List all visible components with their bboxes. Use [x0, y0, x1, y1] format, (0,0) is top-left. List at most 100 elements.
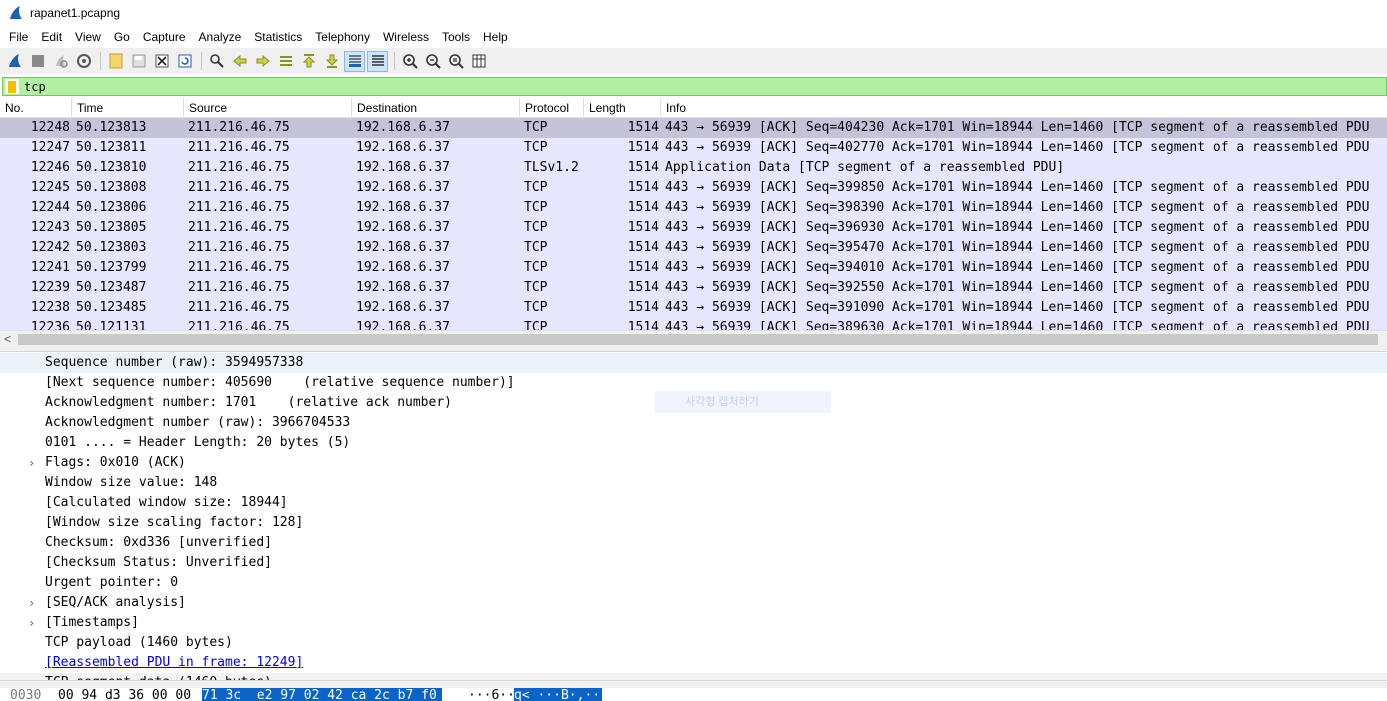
normal-size-icon[interactable] [445, 51, 466, 72]
packet-row[interactable]: 12241 50.123799 211.216.46.75 192.168.6.37 T… [0, 258, 1387, 278]
menu-capture[interactable]: Capture [138, 26, 191, 48]
detail-text: Urgent pointer: 0 [45, 575, 179, 590]
detail-line[interactable]: [Checksum Status: Unverified] [0, 553, 1387, 573]
packet-cell-no: 12239 [30, 280, 70, 295]
open-file-icon[interactable] [105, 51, 126, 72]
zoom-in-icon[interactable] [399, 51, 420, 72]
go-forward-icon[interactable] [252, 51, 273, 72]
detail-line[interactable]: Acknowledgment number (raw): 3966704533 [0, 413, 1387, 433]
pane-splitter[interactable] [0, 347, 1387, 352]
column-header-destination[interactable]: Destination [352, 98, 520, 118]
resize-columns-icon[interactable] [468, 51, 489, 72]
wireshark-fin-icon [10, 6, 22, 19]
detail-text: Sequence number (raw): 3594957338 [45, 355, 304, 370]
detail-line[interactable]: › [SEQ/ACK analysis] [0, 593, 1387, 613]
colorize-icon[interactable] [367, 50, 388, 72]
bytes-hex-selected[interactable]: 71 3c e2 97 02 42 ca 2c b7 f0 [202, 688, 442, 701]
packet-row[interactable]: 12243 50.123805 211.216.46.75 192.168.6.37 T… [0, 218, 1387, 238]
reload-file-icon[interactable] [174, 51, 195, 72]
packet-row[interactable]: 12242 50.123803 211.216.46.75 192.168.6.37 T… [0, 238, 1387, 258]
column-header-time[interactable]: Time [72, 98, 184, 118]
menu-telephony[interactable]: Telephony [310, 26, 375, 48]
packet-cell-info: 443 → 56939 [ACK] Seq=398390 Ack=1701 Wi… [665, 200, 1370, 215]
column-header-no[interactable]: No. [0, 98, 72, 118]
close-file-icon[interactable] [151, 51, 172, 72]
menu-analyze[interactable]: Analyze [194, 26, 247, 48]
stop-capture-icon[interactable] [27, 51, 48, 72]
detail-text: [Timestamps] [45, 615, 139, 630]
packet-row[interactable]: 12239 50.123487 211.216.46.75 192.168.6.37 T… [0, 278, 1387, 298]
packet-cell-time: 50.123810 [76, 160, 147, 175]
first-packet-icon[interactable] [298, 51, 319, 72]
packet-row[interactable]: 12244 50.123806 211.216.46.75 192.168.6.37 T… [0, 198, 1387, 218]
packet-cell-proto: TCP [524, 120, 548, 135]
save-file-icon[interactable] [128, 51, 149, 72]
bytes-ascii-selected[interactable]: q< ···B·,·· [514, 688, 602, 701]
packet-cell-info: 443 → 56939 [ACK] Seq=396930 Ack=1701 Wi… [665, 220, 1370, 235]
detail-link[interactable]: [Reassembled PDU in frame: 12249] [45, 653, 303, 673]
scrollbar-thumb[interactable] [18, 334, 1378, 345]
detail-line[interactable]: 0101 .... = Header Length: 20 bytes (5) [0, 433, 1387, 453]
detail-line[interactable]: TCP payload (1460 bytes) [0, 633, 1387, 653]
detail-line[interactable]: [Next sequence number: 405690 (relative … [0, 373, 1387, 393]
zoom-out-icon[interactable] [422, 51, 443, 72]
expand-chevron-icon[interactable]: › [28, 453, 35, 473]
menu-statistics[interactable]: Statistics [249, 26, 307, 48]
packet-cell-len: 1514 [627, 300, 659, 315]
packet-cell-no: 12244 [30, 200, 70, 215]
scroll-left-icon[interactable]: < [4, 331, 11, 348]
packet-row[interactable]: 12247 50.123811 211.216.46.75 192.168.6.37 T… [0, 138, 1387, 158]
column-header-info[interactable]: Info [661, 98, 1387, 118]
bytes-ascii[interactable]: ···6·· [468, 688, 515, 701]
detail-line[interactable]: › [Timestamps] [0, 613, 1387, 633]
packet-cell-proto: TCP [524, 320, 548, 330]
menu-file[interactable]: File [4, 26, 33, 48]
display-filter-input[interactable]: tcp [24, 80, 46, 94]
go-to-packet-icon[interactable] [275, 51, 296, 72]
packet-cell-time: 50.123485 [76, 300, 147, 315]
detail-line[interactable]: [Calculated window size: 18944] [0, 493, 1387, 513]
packet-cell-dst: 192.168.6.37 [356, 160, 450, 175]
packet-cell-src: 211.216.46.75 [188, 320, 290, 330]
detail-line[interactable]: [Window size scaling factor: 128] [0, 513, 1387, 533]
menu-help[interactable]: Help [478, 26, 513, 48]
expand-chevron-icon[interactable]: › [28, 593, 35, 613]
menu-go[interactable]: Go [109, 26, 135, 48]
menu-edit[interactable]: Edit [36, 26, 67, 48]
menu-view[interactable]: View [70, 26, 106, 48]
detail-line[interactable]: TCP segment data (1460 bytes) [0, 673, 1387, 680]
packet-row[interactable]: 12238 50.123485 211.216.46.75 192.168.6.37 T… [0, 298, 1387, 318]
packet-row[interactable]: 12248 50.123813 211.216.46.75 192.168.6.37 T… [0, 118, 1387, 138]
detail-line[interactable]: › Flags: 0x010 (ACK) [0, 453, 1387, 473]
capture-options-icon[interactable] [73, 51, 94, 72]
packet-cell-info: 443 → 56939 [ACK] Seq=399850 Ack=1701 Wi… [665, 180, 1370, 195]
detail-line[interactable]: Window size value: 148 [0, 473, 1387, 493]
autoscroll-icon[interactable] [344, 50, 365, 72]
menu-tools[interactable]: Tools [437, 26, 475, 48]
restart-capture-icon[interactable] [50, 51, 71, 72]
detail-line[interactable]: Urgent pointer: 0 [0, 573, 1387, 593]
pane-splitter[interactable] [0, 680, 1387, 688]
packet-row[interactable]: 12245 50.123808 211.216.46.75 192.168.6.37 T… [0, 178, 1387, 198]
packet-cell-proto: TCP [524, 220, 548, 235]
packet-row[interactable]: 12236 50.121131 211.216.46.75 192.168.6.37 T… [0, 318, 1387, 330]
detail-line[interactable]: Sequence number (raw): 3594957338 [0, 353, 1387, 373]
bytes-hex[interactable]: 00 94 d3 36 00 00 [58, 688, 191, 701]
column-header-protocol[interactable]: Protocol [520, 98, 584, 118]
shark-fin-start-icon[interactable] [4, 51, 25, 72]
toolbar-separator [394, 52, 395, 70]
find-packet-icon[interactable] [206, 51, 227, 72]
menu-wireless[interactable]: Wireless [378, 26, 434, 48]
packet-row[interactable]: 12246 50.123810 211.216.46.75 192.168.6.37 T… [0, 158, 1387, 178]
go-back-icon[interactable] [229, 51, 250, 72]
column-header-source[interactable]: Source [184, 98, 352, 118]
expand-chevron-icon[interactable]: › [28, 613, 35, 633]
filter-bookmark-icon[interactable] [5, 79, 19, 94]
packet-cell-no: 12238 [30, 300, 70, 315]
detail-line[interactable]: [Reassembled PDU in frame: 12249] [0, 653, 1387, 673]
packet-list-horizontal-scrollbar[interactable]: < [0, 330, 1387, 347]
detail-line[interactable]: Checksum: 0xd336 [unverified] [0, 533, 1387, 553]
column-header-length[interactable]: Length [584, 98, 661, 118]
last-packet-icon[interactable] [321, 51, 342, 72]
display-filter-bar[interactable]: tcp [2, 77, 1387, 96]
